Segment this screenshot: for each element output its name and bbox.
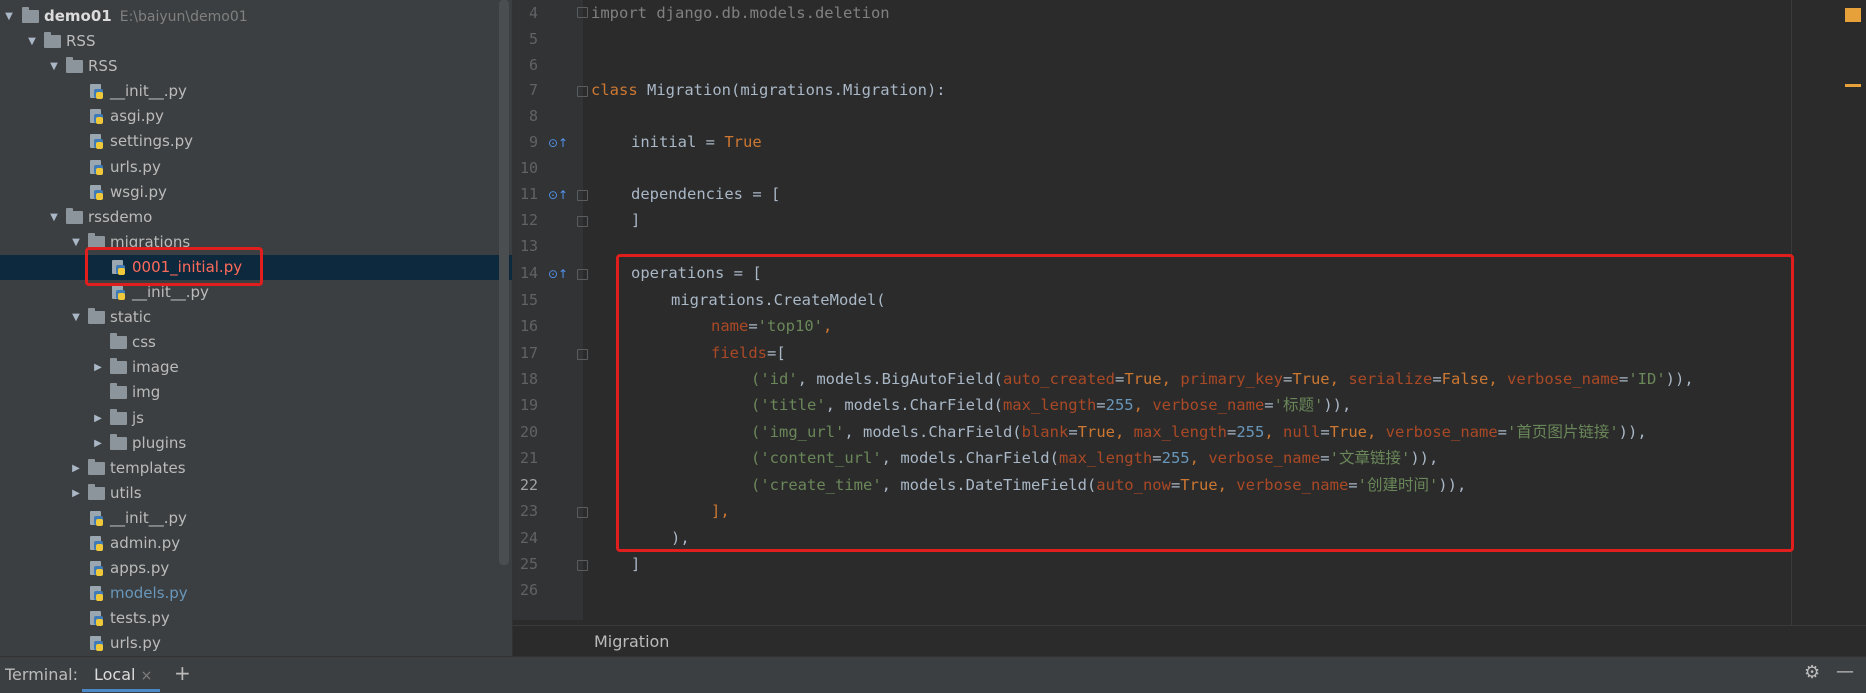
code-line-7: class Migration(migrations.Migration): [591, 81, 946, 99]
inspection-status-icon[interactable] [1845, 8, 1861, 22]
editor-right-stripe[interactable] [1791, 0, 1866, 625]
add-icon[interactable]: + [174, 661, 191, 685]
code-line-4: import django.db.models.deletion [591, 4, 890, 22]
line-number: 22 [519, 476, 538, 494]
fold-icon[interactable] [577, 190, 588, 201]
close-icon[interactable]: × [141, 668, 153, 684]
line-number: 4 [528, 4, 538, 22]
line-number: 14 [519, 264, 538, 282]
line-number: 9 [528, 133, 538, 151]
highlight-box-file [85, 247, 263, 286]
tree-item-label: tests.py [110, 609, 170, 628]
fold-icon[interactable] [577, 507, 588, 518]
line-number: 16 [519, 317, 538, 335]
fold-icon[interactable] [577, 349, 588, 360]
python-file-icon [90, 635, 104, 652]
line-number: 25 [519, 555, 538, 573]
tree-file[interactable]: tests.py [0, 606, 512, 631]
tree-item-label: urls.py [110, 634, 161, 653]
line-number: 12 [519, 211, 538, 229]
python-file-icon [90, 610, 104, 627]
line-number: 15 [519, 291, 538, 309]
override-marker-icon[interactable]: ⊙↑ [548, 136, 568, 150]
terminal-toolbar: Terminal: Local × + ⚙ — [0, 656, 1866, 693]
minimize-icon[interactable]: — [1836, 661, 1854, 682]
line-number: 17 [519, 344, 538, 362]
tree-file[interactable]: urls.py [0, 631, 512, 656]
tab-local[interactable]: Local × [82, 665, 161, 692]
code-line-11: dependencies = [ [631, 185, 781, 203]
highlight-box-code [616, 254, 1794, 552]
fold-icon[interactable] [577, 7, 588, 18]
override-marker-icon[interactable]: ⊙↑ [548, 267, 568, 281]
fold-icon[interactable] [577, 560, 588, 571]
line-number: 10 [519, 159, 538, 177]
line-number: 13 [519, 237, 538, 255]
breadcrumb[interactable]: Migration [513, 625, 1866, 657]
line-number: 20 [519, 423, 538, 441]
line-number: 23 [519, 502, 538, 520]
line-number: 11 [519, 185, 538, 203]
terminal-label: Terminal: [5, 665, 79, 684]
code-line-12: ] [631, 211, 641, 229]
breadcrumb-item[interactable]: Migration [594, 632, 669, 651]
override-marker-icon[interactable]: ⊙↑ [548, 188, 568, 202]
line-number: 7 [528, 81, 538, 99]
line-number: 8 [528, 107, 538, 125]
fold-icon[interactable] [577, 269, 588, 280]
line-number: 24 [519, 529, 538, 547]
line-number: 19 [519, 396, 538, 414]
code-line-9: initial = True [631, 133, 762, 151]
fold-icon[interactable] [577, 216, 588, 227]
line-number: 6 [528, 56, 538, 74]
line-number: 26 [519, 581, 538, 599]
line-number: 21 [519, 449, 538, 467]
code-line-25: ] [631, 555, 641, 573]
line-number: 5 [528, 30, 538, 48]
gear-icon[interactable]: ⚙ [1804, 662, 1820, 683]
line-number: 18 [519, 370, 538, 388]
warning-stripe-mark[interactable] [1845, 84, 1861, 87]
fold-icon[interactable] [577, 86, 588, 97]
